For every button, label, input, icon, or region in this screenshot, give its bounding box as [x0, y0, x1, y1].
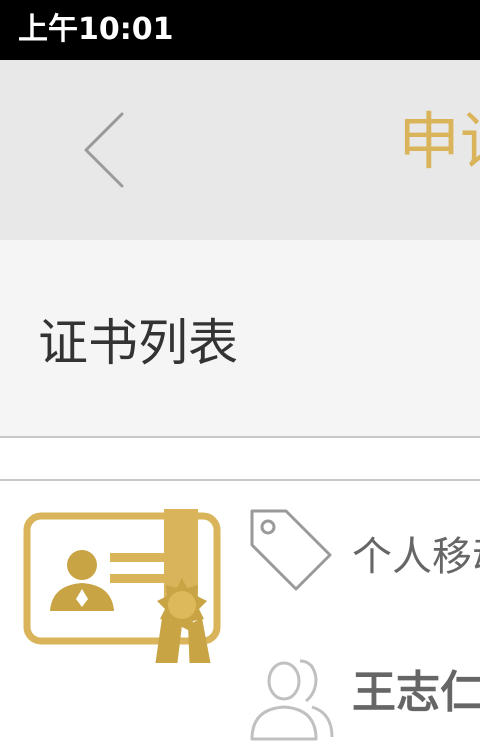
tag-icon [250, 509, 332, 591]
certificate-icon [23, 509, 221, 663]
status-bar: 上午10:01 [0, 0, 480, 60]
navigation-bar: 申请 [0, 60, 480, 240]
back-button[interactable] [60, 100, 150, 200]
status-time: 上午10:01 [18, 12, 174, 47]
chevron-left-icon [84, 112, 124, 188]
page-title: 申请 [398, 105, 480, 178]
certificate-list-item[interactable]: 个人移动证书 王志仁 [0, 481, 480, 745]
users-icon [250, 659, 334, 741]
section-header: 证书列表 [0, 240, 480, 438]
certificate-holder: 王志仁 [352, 667, 480, 718]
section-title: 证书列表 [38, 314, 238, 372]
certificate-type: 个人移动证书 [352, 534, 480, 580]
